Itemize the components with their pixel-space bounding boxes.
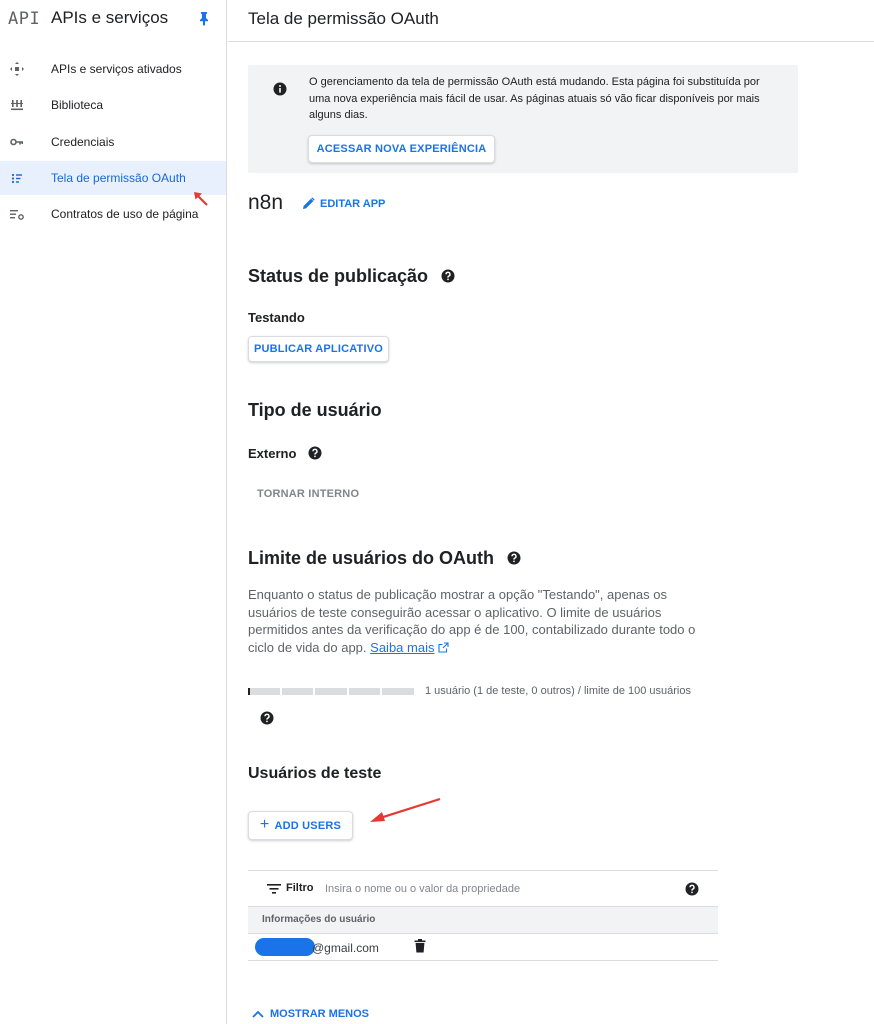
plus-icon: + xyxy=(259,815,270,833)
annotation-arrow-icon xyxy=(370,797,441,822)
info-banner: O gerenciamento da tela de permissão OAu… xyxy=(248,65,798,173)
sidebar: API APIs e serviços APIs e serviços ativ… xyxy=(0,0,227,1024)
progress-fill xyxy=(248,688,250,695)
info-icon xyxy=(273,82,287,96)
show-less-button[interactable]: MOSTRAR MENOS xyxy=(252,1008,369,1020)
sidebar-item-label: Biblioteca xyxy=(51,98,104,112)
make-internal-button[interactable]: TORNAR INTERNO xyxy=(257,488,359,500)
learn-more-link[interactable]: Saiba mais xyxy=(370,640,434,655)
sidebar-item-credentials[interactable]: Credenciais xyxy=(0,125,226,159)
sidebar-item-label: Tela de permissão OAuth xyxy=(51,171,186,185)
help-icon[interactable] xyxy=(507,551,521,565)
help-icon[interactable] xyxy=(685,882,699,896)
edit-app-label: EDITAR APP xyxy=(320,197,386,210)
pencil-icon xyxy=(303,197,315,209)
help-icon[interactable] xyxy=(260,711,274,725)
user-cap-text: Enquanto o status de publicação mostrar … xyxy=(248,587,696,655)
test-users-table: Filtro Informações do usuário @gmail.com xyxy=(248,870,718,961)
sidebar-title: APIs e serviços xyxy=(51,8,169,27)
redacted-username xyxy=(255,938,315,956)
external-link-icon xyxy=(438,641,449,653)
chevron-up-icon xyxy=(252,1010,264,1018)
filter-bar: Filtro xyxy=(248,870,718,907)
publishing-status-title: Status de publicação xyxy=(248,266,429,286)
library-icon xyxy=(11,100,23,111)
publishing-status-heading: Status de publicação xyxy=(248,266,455,287)
settings-list-icon xyxy=(10,210,24,220)
show-less-label: MOSTRAR MENOS xyxy=(270,1008,369,1020)
diamond-arrows-icon xyxy=(10,62,24,76)
user-type-value-wrap: Externo xyxy=(248,446,322,461)
user-cap-description: Enquanto o status de publicação mostrar … xyxy=(248,586,718,656)
consent-screen-icon xyxy=(11,173,22,184)
page-header: Tela de permissão OAuth xyxy=(228,0,874,42)
user-cap-heading: Limite de usuários do OAuth xyxy=(248,548,521,569)
app-name: n8n xyxy=(248,191,284,214)
key-icon xyxy=(10,138,23,146)
publish-app-button[interactable]: PUBLICAR APLICATIVO xyxy=(248,336,389,362)
filter-label: Filtro xyxy=(286,882,314,894)
table-header-row: Informações do usuário xyxy=(248,907,718,934)
pin-icon[interactable] xyxy=(196,10,212,26)
user-email: @gmail.com xyxy=(312,941,379,955)
sidebar-item-library[interactable]: Biblioteca xyxy=(0,88,226,122)
api-logo: API xyxy=(8,9,41,29)
user-type-heading: Tipo de usuário xyxy=(248,400,382,420)
filter-input[interactable] xyxy=(325,878,665,900)
test-users-heading: Usuários de teste xyxy=(248,765,382,782)
add-users-button[interactable]: + ADD USERS xyxy=(248,811,353,840)
user-type-value: Externo xyxy=(248,446,297,461)
sidebar-item-label: Contratos de uso de página xyxy=(51,207,199,221)
sidebar-item-label: Credenciais xyxy=(51,135,115,149)
table-row: @gmail.com xyxy=(248,934,718,961)
user-cap-title: Limite de usuários do OAuth xyxy=(248,548,495,568)
column-header-user-info: Informações do usuário xyxy=(262,914,376,925)
filter-icon xyxy=(267,884,281,894)
annotation-arrow-icon xyxy=(194,192,208,206)
delete-icon[interactable] xyxy=(414,939,426,953)
page-title: Tela de permissão OAuth xyxy=(248,9,439,28)
sidebar-item-enabled-apis[interactable]: APIs e serviços ativados xyxy=(0,52,226,86)
sidebar-header: API APIs e serviços xyxy=(0,0,227,40)
user-cap-progress-label: 1 usuário (1 de teste, 0 outros) / limit… xyxy=(425,685,691,697)
publishing-status-value: Testando xyxy=(248,310,305,325)
new-experience-button[interactable]: ACESSAR NOVA EXPERIÊNCIA xyxy=(308,135,495,163)
edit-app-button[interactable]: EDITAR APP xyxy=(302,197,385,210)
help-icon[interactable] xyxy=(308,446,322,460)
user-cap-progress-bar xyxy=(248,688,414,695)
sidebar-item-label: APIs e serviços ativados xyxy=(51,62,182,76)
add-users-label: ADD USERS xyxy=(274,819,342,832)
help-icon[interactable] xyxy=(441,269,455,283)
banner-text: O gerenciamento da tela de permissão OAu… xyxy=(309,76,760,121)
